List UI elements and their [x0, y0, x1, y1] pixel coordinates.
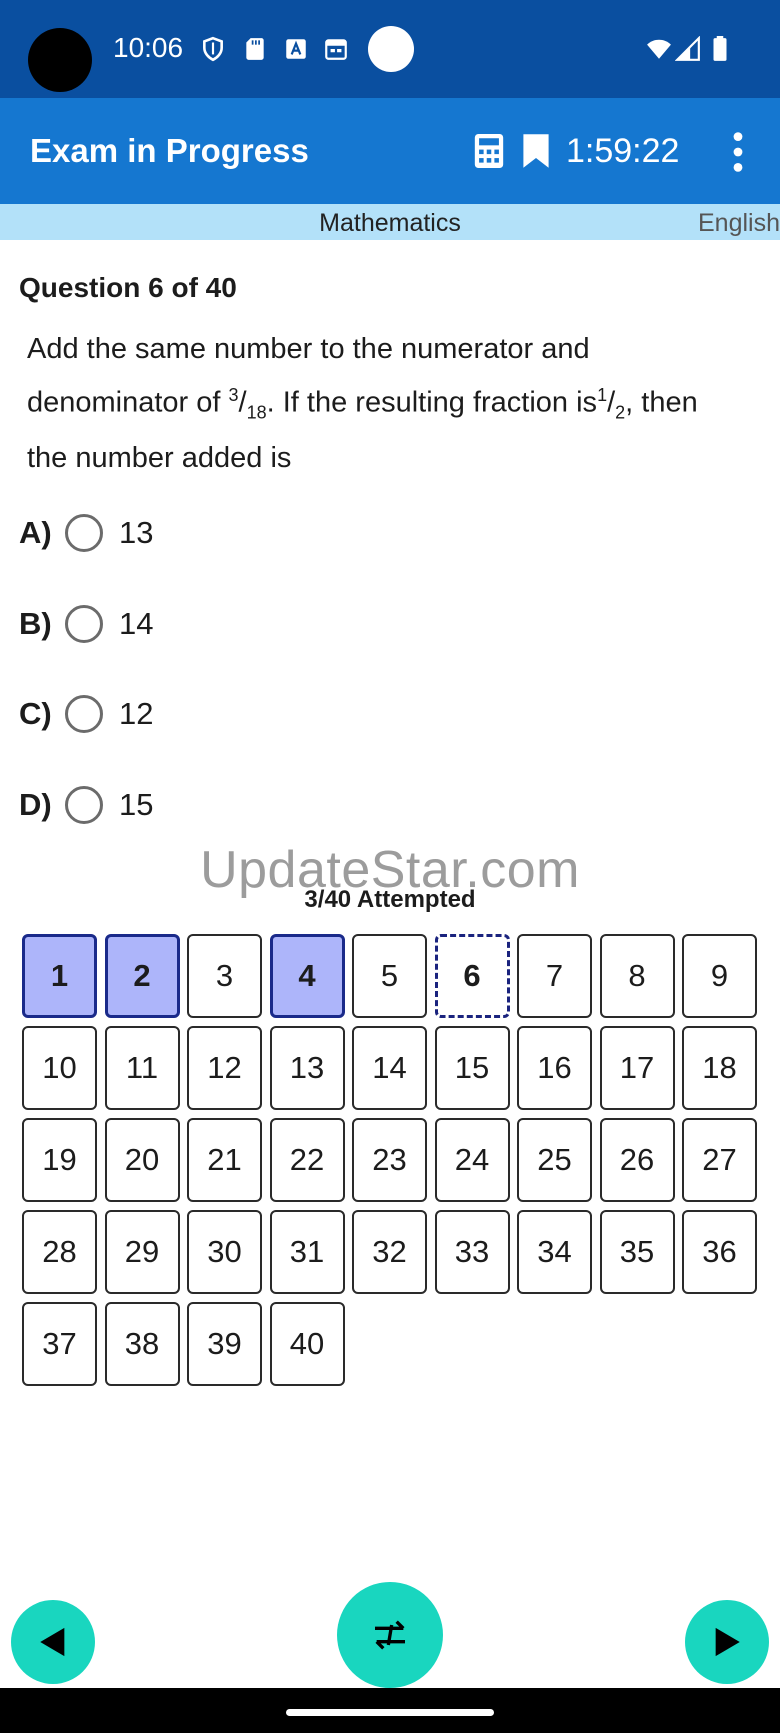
question-cell-34[interactable]: 34 — [517, 1210, 592, 1294]
option-c[interactable]: C) 12 — [19, 692, 153, 736]
question-cell-6[interactable]: 6 — [434, 934, 510, 1018]
question-grid: 1 2 3 4 5 6 7 8 9 10 11 12 13 14 15 16 17 18 19 20 21 22 23 24 2… — [22, 934, 762, 1386]
home-handle[interactable] — [286, 1709, 494, 1716]
question-cell-8[interactable]: 8 — [599, 934, 675, 1018]
question-text-segment: . If the resulting fraction is — [266, 386, 598, 419]
option-text: 13 — [119, 515, 154, 550]
radio-button[interactable] — [65, 514, 103, 552]
battery-icon — [713, 36, 727, 61]
text-a-icon — [286, 39, 306, 59]
question-cell-19[interactable]: 19 — [22, 1118, 97, 1202]
page-title: Exam in Progress — [30, 132, 309, 169]
fraction-denominator: 18 — [246, 402, 267, 423]
question-cell-14[interactable]: 14 — [352, 1026, 427, 1110]
question-cell-21[interactable]: 21 — [187, 1118, 262, 1202]
question-cell-7[interactable]: 7 — [517, 934, 592, 1018]
option-a[interactable]: A) 13 — [19, 511, 153, 555]
question-cell-38[interactable]: 38 — [104, 1302, 180, 1386]
option-b[interactable]: B) 14 — [19, 602, 153, 646]
radio-button[interactable] — [65, 695, 103, 733]
question-cell-37[interactable]: 37 — [22, 1302, 97, 1386]
question-cell-22[interactable]: 22 — [269, 1118, 345, 1202]
question-cell-32[interactable]: 32 — [352, 1210, 427, 1294]
subject-label: Mathematics — [319, 209, 461, 237]
question-cell-40[interactable]: 40 — [269, 1302, 345, 1386]
question-header: Question 6 of 40 — [19, 272, 237, 303]
camera-cutout — [28, 28, 92, 92]
question-cell-25[interactable]: 25 — [517, 1118, 592, 1202]
question-text-segment: denominator of — [27, 386, 229, 419]
arrow-left-icon — [40, 1627, 65, 1657]
question-cell-3[interactable]: 3 — [187, 934, 262, 1018]
option-letter: B) — [19, 606, 52, 641]
question-cell-11[interactable]: 11 — [104, 1026, 180, 1110]
exam-timer: 1:59:22 — [566, 132, 680, 170]
more-vert-icon[interactable] — [726, 130, 750, 174]
question-cell-27[interactable]: 27 — [682, 1118, 757, 1202]
question-cell-36[interactable]: 36 — [682, 1210, 757, 1294]
language-selector[interactable]: English — [698, 209, 780, 238]
radio-button[interactable] — [65, 605, 103, 643]
question-text: Add the same number to the numerator and… — [27, 326, 757, 481]
question-cell-13[interactable]: 13 — [269, 1026, 345, 1110]
option-text: 15 — [119, 787, 154, 822]
question-line-2: denominator of 3/18. If the resulting fr… — [27, 385, 698, 423]
bookmark-icon[interactable] — [522, 132, 550, 170]
question-cell-1[interactable]: 1 — [22, 934, 97, 1018]
arrow-right-icon — [715, 1627, 740, 1657]
question-cell-30[interactable]: 30 — [187, 1210, 262, 1294]
shield-icon — [203, 36, 223, 62]
question-cell-5[interactable]: 5 — [352, 934, 427, 1018]
question-cell-20[interactable]: 20 — [104, 1118, 180, 1202]
question-text-segment: , then — [625, 386, 698, 419]
sd-card-icon — [246, 38, 264, 60]
app-bar: Exam in Progress 1:59:22 — [0, 98, 780, 204]
status-bar: 10:06 — [0, 0, 780, 98]
question-cell-9[interactable]: 9 — [682, 934, 757, 1018]
option-letter: D) — [19, 787, 52, 822]
option-text: 14 — [119, 606, 154, 641]
question-cell-33[interactable]: 33 — [434, 1210, 510, 1294]
wifi-icon — [647, 39, 671, 59]
fraction-numerator: 1 — [597, 385, 608, 405]
question-cell-31[interactable]: 31 — [269, 1210, 345, 1294]
question-cell-23[interactable]: 23 — [352, 1118, 427, 1202]
next-button[interactable] — [685, 1600, 769, 1684]
question-cell-15[interactable]: 15 — [434, 1026, 510, 1110]
question-cell-12[interactable]: 12 — [187, 1026, 262, 1110]
calendar-icon — [325, 39, 347, 60]
subject-bar: Mathematics English — [0, 204, 780, 240]
question-cell-35[interactable]: 35 — [599, 1210, 675, 1294]
option-letter: A) — [19, 515, 52, 550]
question-cell-24[interactable]: 24 — [434, 1118, 510, 1202]
option-letter: C) — [19, 696, 52, 731]
question-cell-39[interactable]: 39 — [187, 1302, 262, 1386]
question-line-3: the number added is — [27, 442, 292, 475]
status-time: 10:06 — [113, 32, 184, 63]
radio-button[interactable] — [65, 786, 103, 824]
fraction-numerator: 3 — [228, 385, 239, 405]
question-cell-18[interactable]: 18 — [682, 1026, 757, 1110]
option-d[interactable]: D) 15 — [19, 783, 153, 827]
question-cell-26[interactable]: 26 — [599, 1118, 675, 1202]
signal-icon — [675, 36, 700, 61]
question-cell-28[interactable]: 28 — [22, 1210, 97, 1294]
question-cell-16[interactable]: 16 — [517, 1026, 592, 1110]
fraction-denominator: 2 — [615, 402, 626, 423]
question-cell-4[interactable]: 4 — [269, 934, 345, 1018]
review-toggle-button[interactable] — [337, 1582, 443, 1688]
question-cell-2[interactable]: 2 — [104, 934, 180, 1018]
option-text: 12 — [119, 696, 154, 731]
attempted-count: 3/40 Attempted — [304, 886, 476, 913]
question-cell-10[interactable]: 10 — [22, 1026, 97, 1110]
question-line-1: Add the same number to the numerator and — [27, 333, 590, 365]
previous-button[interactable] — [11, 1600, 95, 1684]
swap-icon — [375, 1620, 405, 1650]
calculator-icon[interactable] — [472, 132, 506, 170]
notification-dot — [368, 26, 414, 72]
question-cell-29[interactable]: 29 — [104, 1210, 180, 1294]
question-cell-17[interactable]: 17 — [599, 1026, 675, 1110]
